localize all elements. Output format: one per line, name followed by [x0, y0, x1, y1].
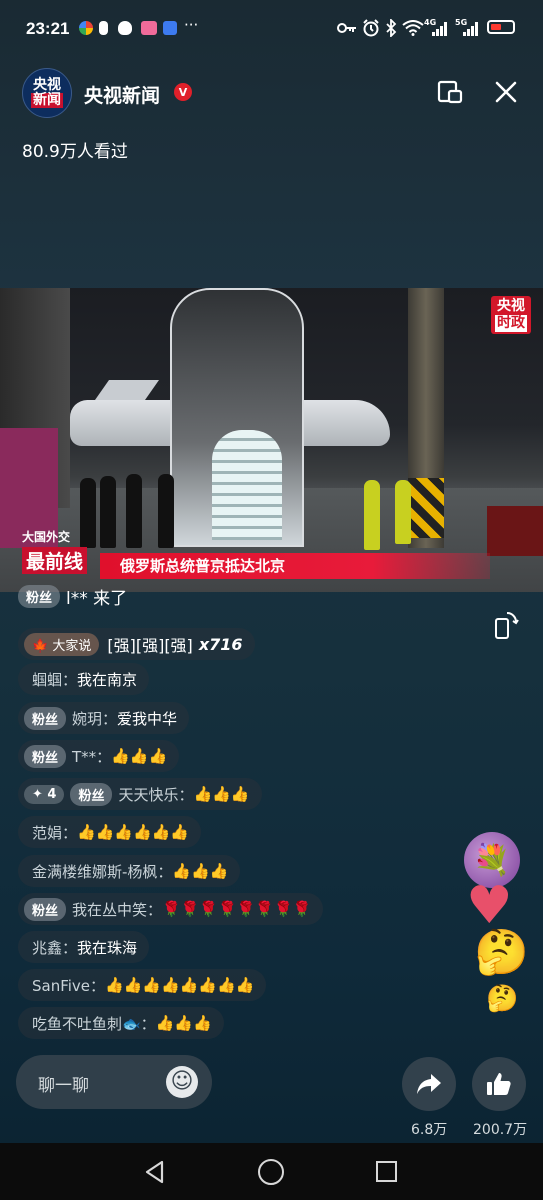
chat-message[interactable]: ✦ 4 粉丝 天天快乐： 👍👍👍	[18, 778, 262, 810]
chat-message[interactable]: 蝈蝈： 我在南京	[18, 663, 150, 695]
emoji-icon[interactable]: ☺	[166, 1066, 198, 1098]
chat-text: 我在珠海	[77, 938, 138, 957]
chat-text: 👍👍👍👍👍👍👍👍	[105, 976, 255, 994]
channel-logo[interactable]: 央视 新闻	[22, 68, 72, 118]
chat-text: 👍👍👍👍👍👍	[77, 823, 190, 841]
rotate-screen-icon[interactable]	[490, 610, 520, 640]
news-ticker-text: 俄罗斯总统普京抵达北京	[120, 557, 286, 575]
chat-text: 👍👍👍	[172, 862, 229, 880]
chat-text: 👍👍👍	[155, 1014, 212, 1032]
logo-line1: 央视	[33, 77, 61, 93]
thumbs-up-icon	[487, 1073, 511, 1095]
chat-message[interactable]: SanFive： 👍👍👍👍👍👍👍👍	[18, 969, 267, 1001]
chat-username: 吃鱼不吐鱼刺🐟：	[32, 1014, 156, 1033]
app-icon-4	[163, 21, 177, 35]
chat-message[interactable]: 兆鑫： 我在珠海	[18, 931, 150, 963]
fan-badge: 粉丝	[24, 744, 67, 768]
chat-input-placeholder: 聊一聊	[38, 1076, 89, 1096]
live-video-player[interactable]: 央视 时政 俄罗斯总统普京抵达北京 大国外交 最前线	[0, 288, 543, 592]
person	[395, 480, 411, 544]
wifi-icon	[402, 20, 424, 36]
chat-message[interactable]: 范娟： 👍👍👍👍👍👍	[18, 816, 202, 848]
chat-username: 婉玥：	[72, 709, 118, 728]
smug-face-icon: 🤔	[474, 927, 529, 978]
chat-username: 范娟：	[32, 823, 78, 842]
battery-icon	[487, 20, 515, 34]
share-button[interactable]	[402, 1057, 456, 1111]
red-box	[487, 506, 543, 556]
chat-text: 👍👍👍	[193, 785, 250, 803]
chat-input[interactable]: 聊一聊 ☺	[16, 1055, 212, 1109]
more-dots-icon: ···	[184, 16, 199, 34]
crowd-says-row[interactable]: 🍁 大家说 [强][强][强] x716	[18, 628, 255, 660]
program-line2: 最前线	[22, 547, 88, 574]
tag-line2: 时政	[495, 315, 527, 332]
person	[364, 480, 380, 550]
recents-icon[interactable]	[376, 1161, 397, 1182]
chat-username: SanFive：	[32, 976, 106, 995]
like-count: 200.7万	[473, 1122, 528, 1138]
alarm-icon	[363, 19, 379, 37]
crowd-says-label: 大家说	[52, 638, 92, 654]
fan-badge: 粉丝	[18, 584, 61, 608]
verified-badge-icon: V	[174, 83, 192, 101]
fan-badge: 粉丝	[24, 706, 67, 730]
status-bar: 23:21 ··· 4G 5G	[0, 0, 543, 60]
home-icon[interactable]	[258, 1159, 284, 1185]
chat-username: 我在丛中笑：	[72, 900, 163, 919]
airstair	[170, 288, 304, 547]
bluetooth-icon	[386, 19, 397, 37]
heart-icon: ♥	[466, 876, 513, 936]
app-icon-1	[79, 21, 93, 35]
qq-icon	[118, 21, 132, 35]
status-time: 23:21	[26, 19, 70, 38]
fan-badge: 粉丝	[70, 782, 113, 806]
crowd-count: x716	[198, 634, 243, 654]
pillar	[408, 288, 444, 548]
chat-message[interactable]: 粉丝 我在丛中笑： 🌹🌹🌹🌹🌹🌹🌹🌹	[18, 893, 324, 925]
signal-icon	[432, 22, 447, 36]
chat-username: 兆鑫：	[32, 938, 78, 957]
close-icon[interactable]	[493, 79, 519, 105]
program-line1: 大国外交	[22, 530, 71, 544]
chat-message[interactable]: 粉丝 T**： 👍👍👍	[18, 740, 180, 772]
share-count: 6.8万	[411, 1122, 448, 1138]
tag-line1: 央视	[497, 298, 525, 314]
person	[100, 476, 116, 548]
person	[126, 474, 142, 548]
app-icon-2	[99, 21, 108, 35]
chat-text: 爱我中华	[117, 709, 178, 728]
chat-username: T**：	[72, 747, 112, 766]
person	[158, 474, 174, 548]
share-icon	[417, 1074, 441, 1094]
chat-username: 金满楼维娜斯-杨枫：	[32, 862, 173, 881]
chat-text: 👍👍👍	[111, 747, 168, 765]
chat-message[interactable]: 粉丝 婉玥： 爱我中华	[18, 702, 190, 734]
chat-message[interactable]: 金满楼维娜斯-杨枫： 👍👍👍	[18, 855, 241, 887]
fan-join-notice: 粉丝 l** 来了	[18, 580, 127, 612]
program-logo: 大国外交 最前线	[22, 528, 100, 583]
channel-corner-tag: 央视 时政	[491, 296, 531, 334]
chat-message[interactable]: 吃鱼不吐鱼刺🐟： 👍👍👍	[18, 1007, 224, 1039]
left-airstair	[0, 288, 70, 548]
logo-line2: 新闻	[31, 92, 63, 108]
channel-name[interactable]: 央视新闻	[84, 81, 160, 108]
app-icon-3	[141, 21, 157, 35]
picture-in-picture-icon[interactable]	[437, 79, 463, 105]
fan-join-text: l** 来了	[66, 588, 128, 609]
like-button[interactable]	[472, 1057, 526, 1111]
chat-username: 蝈蝈：	[32, 670, 78, 689]
viewer-count: 80.9万人看过	[22, 142, 128, 162]
level-badge: ✦ 4	[24, 784, 65, 804]
back-icon[interactable]	[143, 1160, 167, 1184]
signal-icon-2	[463, 22, 478, 36]
crowd-emotes: [强][强][强]	[107, 636, 193, 655]
crowd-says-badge: 🍁 大家说	[24, 632, 100, 656]
chat-text: 我在南京	[77, 670, 138, 689]
key-icon	[337, 23, 356, 33]
small-face-icon: 🤔	[486, 984, 519, 1014]
chat-text: 🌹🌹🌹🌹🌹🌹🌹🌹	[162, 900, 312, 918]
fan-badge: 粉丝	[24, 897, 67, 921]
chat-username: 天天快乐：	[118, 785, 194, 804]
